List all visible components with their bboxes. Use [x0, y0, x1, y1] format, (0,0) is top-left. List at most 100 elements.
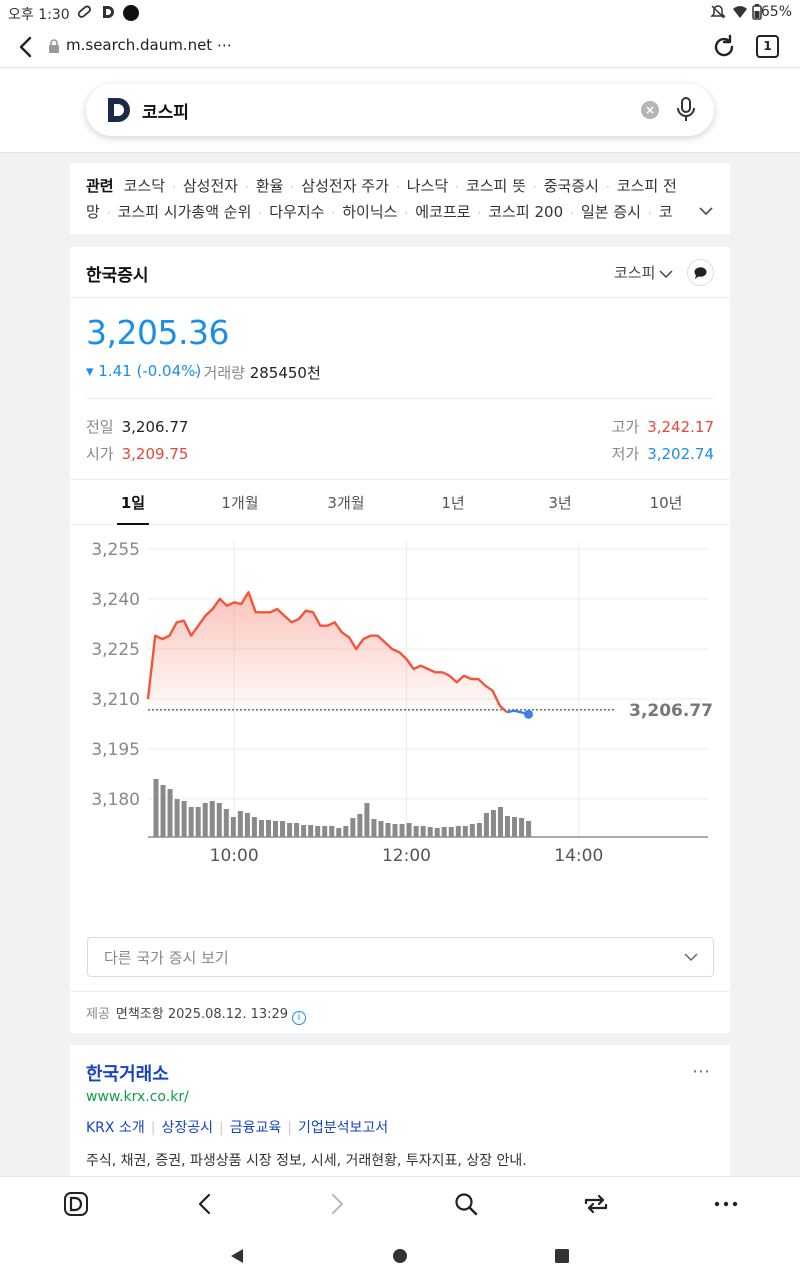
microphone-icon[interactable]: [676, 97, 696, 123]
tab-1m[interactable]: 1개월: [187, 492, 293, 513]
separator: ·: [647, 206, 652, 220]
result-title[interactable]: 한국거래소: [86, 1060, 169, 1086]
volume-bar: [497, 807, 503, 837]
nav-home-icon[interactable]: [392, 1248, 408, 1264]
chevron-down-icon: [659, 269, 673, 278]
related-search-link[interactable]: 하이닉스: [342, 203, 397, 221]
lock-icon: [49, 39, 59, 53]
volume-bar: [294, 823, 300, 837]
info-icon[interactable]: i: [292, 1011, 307, 1025]
separator: ·: [290, 180, 295, 194]
search-input[interactable]: 코스피: [142, 98, 189, 123]
volume-bar: [223, 809, 229, 837]
volume-bar: [434, 828, 440, 837]
url-text[interactable]: m.search.daum.net ⋯: [66, 36, 232, 54]
more-options-icon[interactable]: ⋯: [692, 1061, 711, 1082]
prev-close-label: 전일: [86, 418, 114, 436]
volume-bar: [441, 827, 447, 837]
tab-1y[interactable]: 1년: [400, 492, 506, 513]
search-box[interactable]: 코스피 ×: [86, 84, 714, 136]
separator: |: [150, 1120, 156, 1136]
high-price: 고가 3,242.17: [612, 416, 714, 437]
related-search-link[interactable]: 삼성전자: [183, 177, 238, 195]
sitelink[interactable]: 상장공시: [161, 1120, 213, 1136]
nav-recents-icon[interactable]: [554, 1248, 570, 1264]
volume: · 거래량 285450천: [194, 362, 321, 383]
forward-icon[interactable]: [323, 1191, 349, 1217]
clear-icon[interactable]: ×: [641, 101, 659, 119]
index-chart[interactable]: 3,255 3,240 3,225 3,210 3,195 3,180 10:00 12:00…: [70, 527, 730, 922]
search-icon[interactable]: [453, 1191, 479, 1217]
y-tick-label: 3,195: [91, 740, 140, 760]
sitelink[interactable]: 금융교육: [230, 1120, 282, 1136]
high-label: 고가: [611, 418, 640, 436]
volume-bar: [280, 821, 286, 837]
daum-home-icon[interactable]: [63, 1191, 89, 1217]
related-search-link[interactable]: 삼성전자 주가: [301, 177, 389, 195]
tab-count-button[interactable]: 1: [756, 35, 779, 58]
sitelink[interactable]: 기업분석보고서: [298, 1120, 388, 1136]
related-search-link[interactable]: 환율: [256, 177, 284, 195]
market-card: 한국증시 코스피 3,205.36 ▾ 1.41 (-0.04%) · 거래량 …: [70, 247, 730, 1033]
provider-label: 제공: [86, 1007, 110, 1022]
reference-label: 3,206.77: [629, 701, 713, 721]
separator: |: [218, 1120, 224, 1136]
other-markets-dropdown[interactable]: 다른 국가 증시 보기: [87, 937, 714, 977]
separator: ·: [395, 180, 400, 194]
volume-bar: [174, 799, 180, 837]
volume-bar: [455, 826, 461, 837]
volume-bar: [392, 824, 398, 837]
related-search-link[interactable]: 에코프로: [415, 203, 470, 221]
tab-3y[interactable]: 3년: [507, 492, 613, 513]
tab-10y[interactable]: 10년: [613, 492, 719, 513]
volume-bar: [378, 821, 384, 837]
provider-value[interactable]: 면책조항 2025.08.12. 13:29: [116, 1007, 288, 1022]
related-search-link[interactable]: 일본 증시: [581, 203, 641, 221]
tab-1d[interactable]: 1일: [80, 492, 186, 513]
related-search-link[interactable]: 코: [659, 203, 673, 221]
pill-icon: [77, 5, 91, 18]
tab-3m[interactable]: 3개월: [293, 492, 399, 513]
related-search-link[interactable]: 코스피 전: [617, 177, 677, 195]
index-selector[interactable]: 코스피: [614, 262, 673, 283]
more-menu-icon[interactable]: [713, 1191, 739, 1217]
separator: ·: [532, 180, 537, 194]
period-tabs: 1일 1개월 3개월 1년 3년 10년: [70, 479, 730, 525]
chevron-down-icon[interactable]: [698, 205, 714, 217]
related-search-link[interactable]: 코스피 뜻: [466, 177, 526, 195]
result-url[interactable]: www.krx.co.kr/: [86, 1089, 189, 1105]
y-tick-label: 3,240: [91, 590, 140, 610]
related-search-link[interactable]: 중국증시: [544, 177, 599, 195]
nav-back-icon[interactable]: [229, 1248, 245, 1264]
battery-level: 65%: [760, 4, 792, 20]
volume-bar: [406, 823, 412, 837]
related-search-link[interactable]: 다우지수: [269, 203, 324, 221]
related-search-link[interactable]: 코스닥: [124, 177, 165, 195]
related-search-link[interactable]: 코스피 200: [488, 203, 563, 221]
volume-bar: [350, 818, 356, 837]
volume-bar: [202, 803, 208, 837]
reload-icon[interactable]: [710, 33, 738, 61]
back-arrow-icon[interactable]: [14, 34, 40, 60]
volume-value: 285450천: [249, 364, 321, 382]
wifi-icon: [733, 6, 747, 18]
comment-button[interactable]: [687, 259, 714, 286]
related-search-link[interactable]: 코스피 시가총액 순위: [118, 203, 252, 221]
circle-icon: [123, 5, 139, 21]
share-icon[interactable]: [583, 1191, 609, 1217]
volume-label: · 거래량: [194, 364, 245, 382]
market-header: 한국증시 코스피: [70, 247, 730, 298]
chevron-down-icon: [684, 953, 698, 962]
separator: ·: [172, 180, 176, 194]
back-icon[interactable]: [193, 1191, 219, 1217]
volume-bar: [448, 827, 454, 837]
x-tick-label: 10:00: [210, 846, 259, 866]
volume-bar: [469, 824, 475, 837]
related-search-link[interactable]: 나스닥: [407, 177, 448, 195]
volume-bar: [413, 826, 419, 837]
separator: ·: [404, 206, 409, 220]
volume-bar: [195, 807, 201, 837]
related-search-link[interactable]: 망: [86, 203, 100, 221]
sitelink[interactable]: KRX 소개: [86, 1120, 145, 1136]
daum-logo-icon[interactable]: [106, 97, 132, 123]
